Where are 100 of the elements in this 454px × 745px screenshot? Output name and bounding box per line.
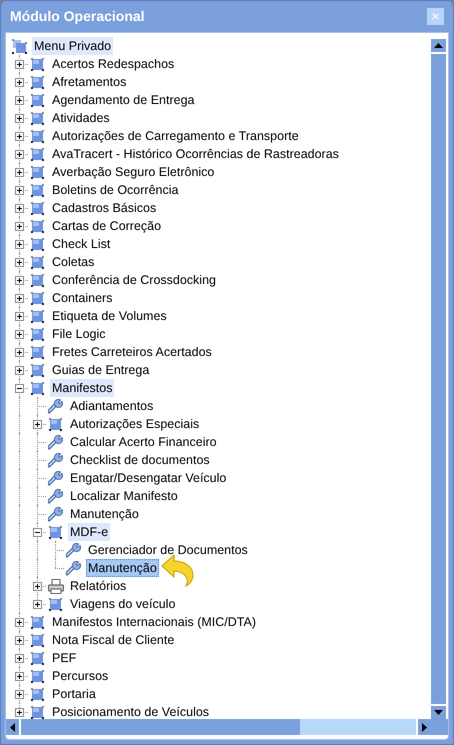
tree-item[interactable]: Adiantamentos — [68, 397, 156, 415]
expand-icon[interactable] — [15, 312, 24, 321]
expand-icon[interactable] — [33, 582, 42, 591]
expand-icon[interactable] — [15, 240, 24, 249]
folder-icon — [31, 76, 44, 88]
tree-item[interactable]: MDF-e — [68, 523, 110, 541]
tree-item[interactable]: AvaTracert - Histórico Ocorrências de Rastreadoras — [50, 145, 341, 163]
tree-item[interactable]: Averbação Seguro Eletrônico — [50, 163, 216, 181]
folder-icon — [49, 526, 62, 538]
tree-item[interactable]: Nota Fiscal de Cliente — [50, 631, 176, 649]
folder-icon — [31, 256, 44, 268]
expand-icon[interactable] — [15, 636, 24, 645]
wrench-icon — [48, 488, 63, 504]
tree-item[interactable]: Afretamentos — [50, 73, 128, 91]
tree-item[interactable]: Agendamento de Entrega — [50, 91, 196, 109]
tree-item[interactable]: Check List — [50, 235, 112, 253]
expand-icon[interactable] — [15, 222, 24, 231]
expand-icon[interactable] — [15, 690, 24, 699]
expand-icon[interactable] — [15, 78, 24, 87]
tree-item[interactable]: PEF — [50, 649, 78, 667]
expand-icon[interactable] — [15, 132, 24, 141]
folder-icon — [31, 706, 44, 718]
folder-icon — [31, 202, 44, 214]
folder-icon — [31, 112, 44, 124]
expand-icon[interactable] — [15, 654, 24, 663]
folder-icon — [31, 328, 44, 340]
folder-icon — [31, 310, 44, 322]
expand-icon[interactable] — [15, 168, 24, 177]
expand-icon[interactable] — [15, 96, 24, 105]
tree-item[interactable]: File Logic — [50, 325, 108, 343]
expand-icon[interactable] — [15, 276, 24, 285]
tree-item[interactable]: Posicionamento de Veículos — [50, 703, 212, 719]
tree-item[interactable]: Coletas — [50, 253, 96, 271]
scroll-right-icon[interactable] — [416, 719, 431, 735]
folder-icon — [31, 220, 44, 232]
tree-item[interactable]: Cadastros Básicos — [50, 199, 158, 217]
folder-icon — [31, 652, 44, 664]
tree-item[interactable]: Manifestos — [50, 379, 114, 397]
tree-item[interactable]: Portaria — [50, 685, 98, 703]
scroll-left-icon[interactable] — [6, 719, 21, 735]
folder-icon — [49, 598, 62, 610]
expand-icon[interactable] — [33, 600, 42, 609]
expand-icon[interactable] — [15, 672, 24, 681]
folder-icon — [31, 364, 44, 376]
tree-item[interactable]: Cartas de Correção — [50, 217, 164, 235]
tree-item[interactable]: Manutenção — [68, 505, 141, 523]
folder-icon — [31, 688, 44, 700]
tree-item[interactable]: Checklist de documentos — [68, 451, 212, 469]
tree-item[interactable]: Viagens do veículo — [68, 595, 178, 613]
wrench-icon — [48, 506, 63, 522]
expand-icon[interactable] — [15, 708, 24, 717]
expand-icon[interactable] — [15, 294, 24, 303]
tree-item[interactable]: Containers — [50, 289, 114, 307]
collapse-icon[interactable] — [15, 384, 24, 393]
expand-icon[interactable] — [15, 150, 24, 159]
scroll-thumb[interactable] — [21, 719, 300, 735]
tree-item[interactable]: Localizar Manifesto — [68, 487, 180, 505]
expand-icon[interactable] — [15, 618, 24, 627]
expand-icon[interactable] — [15, 114, 24, 123]
folder-icon — [31, 634, 44, 646]
tree-item[interactable]: Manutenção — [86, 559, 159, 577]
tree-item[interactable]: Fretes Carreteiros Acertados — [50, 343, 214, 361]
tree-item[interactable]: Relatórios — [68, 577, 128, 595]
expand-icon[interactable] — [15, 60, 24, 69]
window-title: Módulo Operacional — [10, 7, 145, 26]
expand-icon[interactable] — [15, 366, 24, 375]
folder-icon — [31, 292, 44, 304]
tree-item[interactable]: Manifestos Internacionais (MIC/DTA) — [50, 613, 258, 631]
folder-icon — [31, 238, 44, 250]
folder-icon — [31, 274, 44, 286]
tree-item[interactable]: Etiqueta de Volumes — [50, 307, 169, 325]
horizontal-scrollbar[interactable] — [6, 719, 431, 735]
tree-item[interactable]: Gerenciador de Documentos — [86, 541, 250, 559]
tree-item[interactable]: Engatar/Desengatar Veículo — [68, 469, 228, 487]
tree-item[interactable]: Menu Privado — [32, 37, 114, 55]
expand-icon[interactable] — [33, 420, 42, 429]
wrench-icon — [48, 434, 63, 450]
tree-item[interactable]: Autorizações de Carregamento e Transporte — [50, 127, 301, 145]
folder-icon — [31, 166, 44, 178]
expand-icon[interactable] — [15, 204, 24, 213]
folder-icon — [31, 58, 44, 70]
wrench-icon — [48, 452, 63, 468]
tree-item[interactable]: Autorizações Especiais — [68, 415, 202, 433]
expand-icon[interactable] — [15, 330, 24, 339]
wrench-icon — [66, 542, 81, 558]
tree-item[interactable]: Percursos — [50, 667, 110, 685]
expand-icon[interactable] — [15, 348, 24, 357]
expand-icon[interactable] — [15, 186, 24, 195]
tree-item[interactable]: Acertos Redespachos — [50, 55, 176, 73]
tree-item[interactable]: Conferência de Crossdocking — [50, 271, 218, 289]
tree-item[interactable]: Guias de Entrega — [50, 361, 152, 379]
folder-icon — [31, 184, 44, 196]
return-arrow-icon — [160, 553, 195, 587]
vertical-scrollbar[interactable] — [431, 39, 446, 719]
expand-icon[interactable] — [15, 258, 24, 267]
collapse-icon[interactable] — [33, 528, 42, 537]
tree-item[interactable]: Calcular Acerto Financeiro — [68, 433, 219, 451]
tree-item[interactable]: Boletins de Ocorrência — [50, 181, 180, 199]
tree-item[interactable]: Atividades — [50, 109, 112, 127]
folder-icon — [31, 94, 44, 106]
